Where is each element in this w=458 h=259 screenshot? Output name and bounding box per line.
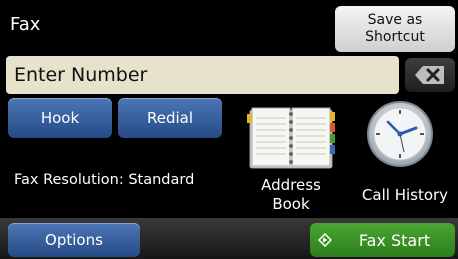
options-button[interactable]: Options: [8, 223, 140, 257]
call-history-label[interactable]: Call History: [352, 186, 458, 204]
clock-icon[interactable]: [366, 100, 434, 168]
redial-button[interactable]: Redial: [118, 98, 222, 138]
fax-resolution-status: Fax Resolution: Standard: [14, 172, 195, 188]
shortcut-label-line2: Shortcut: [365, 29, 425, 45]
shortcut-label-line1: Save as: [367, 12, 423, 28]
backspace-button[interactable]: [405, 58, 455, 92]
save-as-shortcut-button[interactable]: Save as Shortcut: [335, 6, 455, 52]
fax-start-button[interactable]: Fax Start: [310, 223, 455, 257]
number-input[interactable]: Enter Number: [6, 56, 399, 94]
screen-title: Fax: [10, 14, 41, 35]
address-book-label[interactable]: Address Book: [240, 176, 342, 214]
address-book-label-line2: Book: [272, 195, 310, 213]
start-icon: [310, 233, 340, 247]
fax-start-label: Fax Start: [358, 230, 431, 250]
address-book-label-line1: Address: [261, 176, 321, 194]
hook-button[interactable]: Hook: [8, 98, 112, 138]
fax-screen: Fax Save as Shortcut Enter Number Hook R…: [0, 0, 458, 259]
address-book-icon[interactable]: [246, 104, 336, 172]
backspace-icon: [415, 66, 444, 84]
number-input-text: Enter Number: [14, 64, 148, 86]
